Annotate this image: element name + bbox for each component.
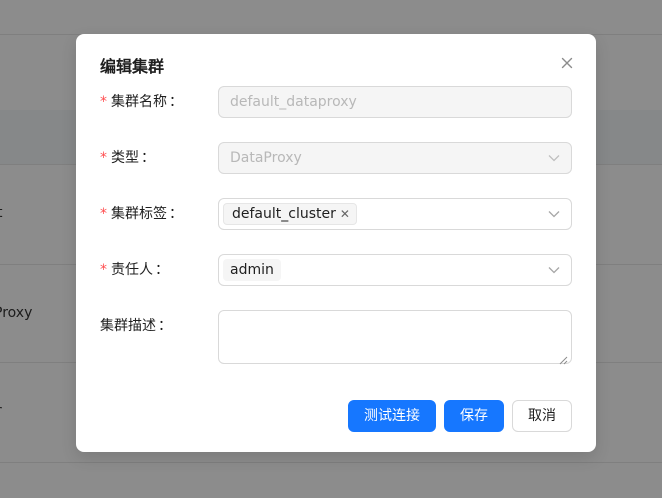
tag-remove-icon[interactable]: ✕ xyxy=(340,204,350,224)
form-label-type: * 类型： xyxy=(100,142,155,174)
form-label-cluster-name: * 集群名称： xyxy=(100,86,183,118)
chevron-down-icon xyxy=(547,207,561,221)
type-select[interactable]: DataProxy xyxy=(218,142,572,174)
form-label-cluster-tags: * 集群标签： xyxy=(100,198,183,230)
cluster-tags-select[interactable]: default_cluster ✕ xyxy=(218,198,572,230)
owner-select[interactable]: admin xyxy=(218,254,572,286)
label-text: 责任人 xyxy=(111,262,153,278)
label-text: 集群名称 xyxy=(111,94,167,110)
label-text: 集群标签 xyxy=(111,206,167,222)
save-button[interactable]: 保存 xyxy=(444,400,504,432)
chevron-down-icon xyxy=(547,151,561,165)
selected-tag: default_cluster ✕ xyxy=(223,203,357,225)
required-mark: * xyxy=(100,206,107,222)
edit-cluster-modal: 编辑集群 * 集群名称： default_dataproxy * 类型： DataP… xyxy=(76,34,596,452)
selected-owner-tag: admin xyxy=(223,259,281,281)
description-textarea[interactable] xyxy=(218,310,572,364)
chevron-down-icon xyxy=(547,263,561,277)
cluster-name-value: default_dataproxy xyxy=(230,94,357,110)
close-icon xyxy=(556,52,578,74)
close-button[interactable] xyxy=(556,52,578,74)
test-connection-button[interactable]: 测试连接 xyxy=(348,400,436,432)
label-colon: ： xyxy=(141,150,155,166)
label-colon: ： xyxy=(169,94,183,110)
required-mark: * xyxy=(100,262,107,278)
required-mark: * xyxy=(100,150,107,166)
label-colon: ： xyxy=(169,206,183,222)
required-mark: * xyxy=(100,94,107,110)
label-text: 类型 xyxy=(111,150,139,166)
cancel-button[interactable]: 取消 xyxy=(512,400,572,432)
form-label-description: 集群描述： xyxy=(100,310,172,342)
cluster-name-input[interactable]: default_dataproxy xyxy=(218,86,572,118)
modal-title: 编辑集群 xyxy=(100,57,165,76)
selected-tag-label: default_cluster xyxy=(232,206,336,222)
modal-footer: 测试连接 保存 取消 xyxy=(348,400,572,432)
label-text: 集群描述 xyxy=(100,318,156,334)
type-select-value: DataProxy xyxy=(230,150,302,166)
form-label-owner: * 责任人： xyxy=(100,254,169,286)
label-colon: ： xyxy=(158,318,172,334)
label-colon: ： xyxy=(155,262,169,278)
